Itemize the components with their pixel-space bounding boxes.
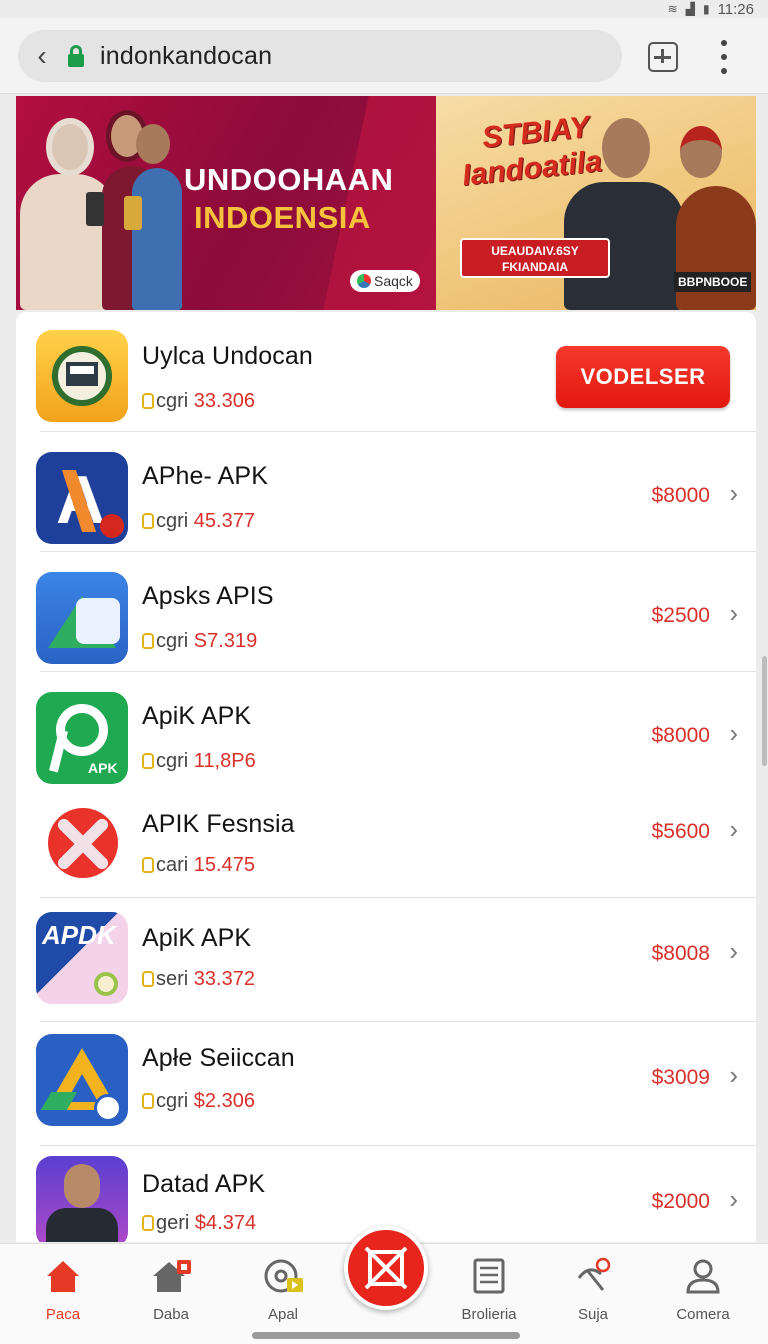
app-download-count: cgri 33.306 (142, 390, 255, 413)
bag-icon (142, 753, 154, 769)
crossed-box-icon (364, 1246, 408, 1290)
wreath-house-icon (36, 330, 128, 422)
app-price: $8000 (651, 484, 710, 507)
nav-item-apal[interactable]: Apal (238, 1254, 328, 1323)
list-item[interactable]: Uylca Undocan cgri 33.306 VODELSER (16, 312, 756, 432)
phone-icon (124, 196, 142, 230)
list-item[interactable]: Apłe Seiiccan cgri $2.306 $3009 › (16, 1022, 756, 1146)
chevron-right-icon[interactable]: › (729, 936, 738, 967)
status-time: 11:26 (717, 0, 754, 18)
tabs-icon[interactable] (648, 42, 678, 72)
person-photo-icon (36, 1156, 128, 1242)
url-text[interactable]: indonkandocan (100, 42, 272, 71)
nav-item-comera[interactable]: Comera (658, 1254, 748, 1323)
banner-right-tag: BBPNBOOE (674, 272, 752, 292)
apdk-icon: APDK (36, 912, 128, 1004)
list-item[interactable]: APDK ApiK APK seri 33.372 $8008 › (16, 898, 756, 1022)
nav-item-brolieria[interactable]: Brolieria (444, 1254, 534, 1323)
letter-a-icon: A (36, 452, 128, 544)
app-price: $8008 (651, 942, 710, 965)
bag-icon (142, 1215, 154, 1231)
scrollbar[interactable] (762, 656, 767, 766)
app-name: APhe- APK (142, 462, 268, 490)
list-item[interactable]: APIK Fesnsia cari 15.475 $5600 › (16, 782, 756, 898)
more-menu-icon[interactable] (712, 40, 736, 74)
list-item[interactable]: Apsks APIS cgri S7.319 $2500 › (16, 552, 756, 672)
banner-right-label: UEAUDAIV.6SY FKIANDAIA (460, 238, 610, 278)
promo-banner[interactable]: UNDOOHAAN INDOENSIA Saqck STBIAY Iandoat… (16, 96, 756, 310)
battery-icon: ▮ (702, 2, 710, 16)
app-price: $5600 (651, 820, 710, 843)
app-name: Apsks APIS (142, 582, 274, 610)
signal-bars-icon: ▟ (685, 2, 695, 16)
crossed-circle-icon (36, 796, 128, 888)
nav-item-home[interactable]: Paca (18, 1254, 108, 1323)
banner-title-primary: UNDOOHAAN (184, 162, 394, 197)
nav-item-suja[interactable]: Suja (548, 1254, 638, 1323)
drive-like-icon (36, 572, 128, 664)
app-list: Uylca Undocan cgri 33.306 VODELSER A APh… (16, 312, 756, 1242)
status-bar: ≋ ▟ ▮ 11:26 (0, 0, 768, 18)
app-price: $2500 (651, 604, 710, 627)
nav-item-store[interactable]: Daba (126, 1254, 216, 1323)
banner-logo: Saqck (350, 270, 420, 292)
bag-icon (142, 633, 154, 649)
app-price: $3009 (651, 1066, 710, 1089)
bag-icon (142, 393, 154, 409)
back-icon[interactable]: ‹ (18, 40, 66, 72)
store-icon (126, 1254, 216, 1298)
document-icon (444, 1254, 534, 1298)
app-name: Datad APK (142, 1170, 266, 1198)
list-item[interactable]: APK ApiK APK cgri 11,8P6 $8000 › (16, 672, 756, 792)
screen: ≋ ▟ ▮ 11:26 ‹ indonkandocan UNDOOHAAN IN… (0, 0, 768, 1344)
chevron-right-icon[interactable]: › (729, 1060, 738, 1091)
app-download-count: cgri S7.319 (142, 630, 257, 653)
center-action-button[interactable] (344, 1226, 428, 1310)
app-name: ApiK APK (142, 924, 252, 952)
banner-person-3 (132, 168, 182, 310)
chevron-right-icon[interactable]: › (729, 718, 738, 749)
logo-icon (357, 274, 371, 288)
bag-icon (142, 857, 154, 873)
disc-icon (238, 1254, 328, 1298)
app-download-count: cari 15.475 (142, 854, 255, 877)
chevron-right-icon[interactable]: › (729, 1184, 738, 1215)
app-download-count: seri 33.372 (142, 968, 255, 991)
chevron-right-icon[interactable]: › (729, 478, 738, 509)
bag-icon (142, 971, 154, 987)
banner-title-secondary: INDOENSIA (194, 200, 371, 235)
app-download-count: cgri $2.306 (142, 1090, 255, 1113)
wifi-icon: ≋ (667, 2, 678, 16)
phone-icon (86, 192, 104, 226)
lock-icon (66, 45, 88, 67)
app-download-count: geri $4.374 (142, 1212, 256, 1235)
address-bar[interactable]: ‹ indonkandocan (18, 30, 622, 82)
bag-icon (142, 1093, 154, 1109)
app-name: ApiK APK (142, 702, 252, 730)
home-indicator[interactable] (252, 1332, 520, 1339)
app-name: Uylca Undocan (142, 342, 313, 370)
app-download-count: cgri 45.377 (142, 510, 255, 533)
signal-icon (548, 1254, 638, 1298)
app-price: $8000 (651, 724, 710, 747)
home-icon (18, 1254, 108, 1298)
list-item[interactable]: A APhe- APK cgri 45.377 $8000 › (16, 432, 756, 552)
apk-p-icon: APK (36, 692, 128, 784)
browser-toolbar: ‹ indonkandocan (0, 18, 768, 94)
app-download-count: cgri 11,8P6 (142, 750, 256, 773)
app-name: APIK Fesnsia (142, 810, 295, 838)
download-button[interactable]: VODELSER (556, 346, 730, 408)
chevron-right-icon[interactable]: › (729, 814, 738, 845)
app-price: $2000 (651, 1190, 710, 1213)
triangle-drive-icon (36, 1034, 128, 1126)
person-icon (658, 1254, 748, 1298)
app-name: Apłe Seiiccan (142, 1044, 295, 1072)
chevron-right-icon[interactable]: › (729, 598, 738, 629)
bag-icon (142, 513, 154, 529)
